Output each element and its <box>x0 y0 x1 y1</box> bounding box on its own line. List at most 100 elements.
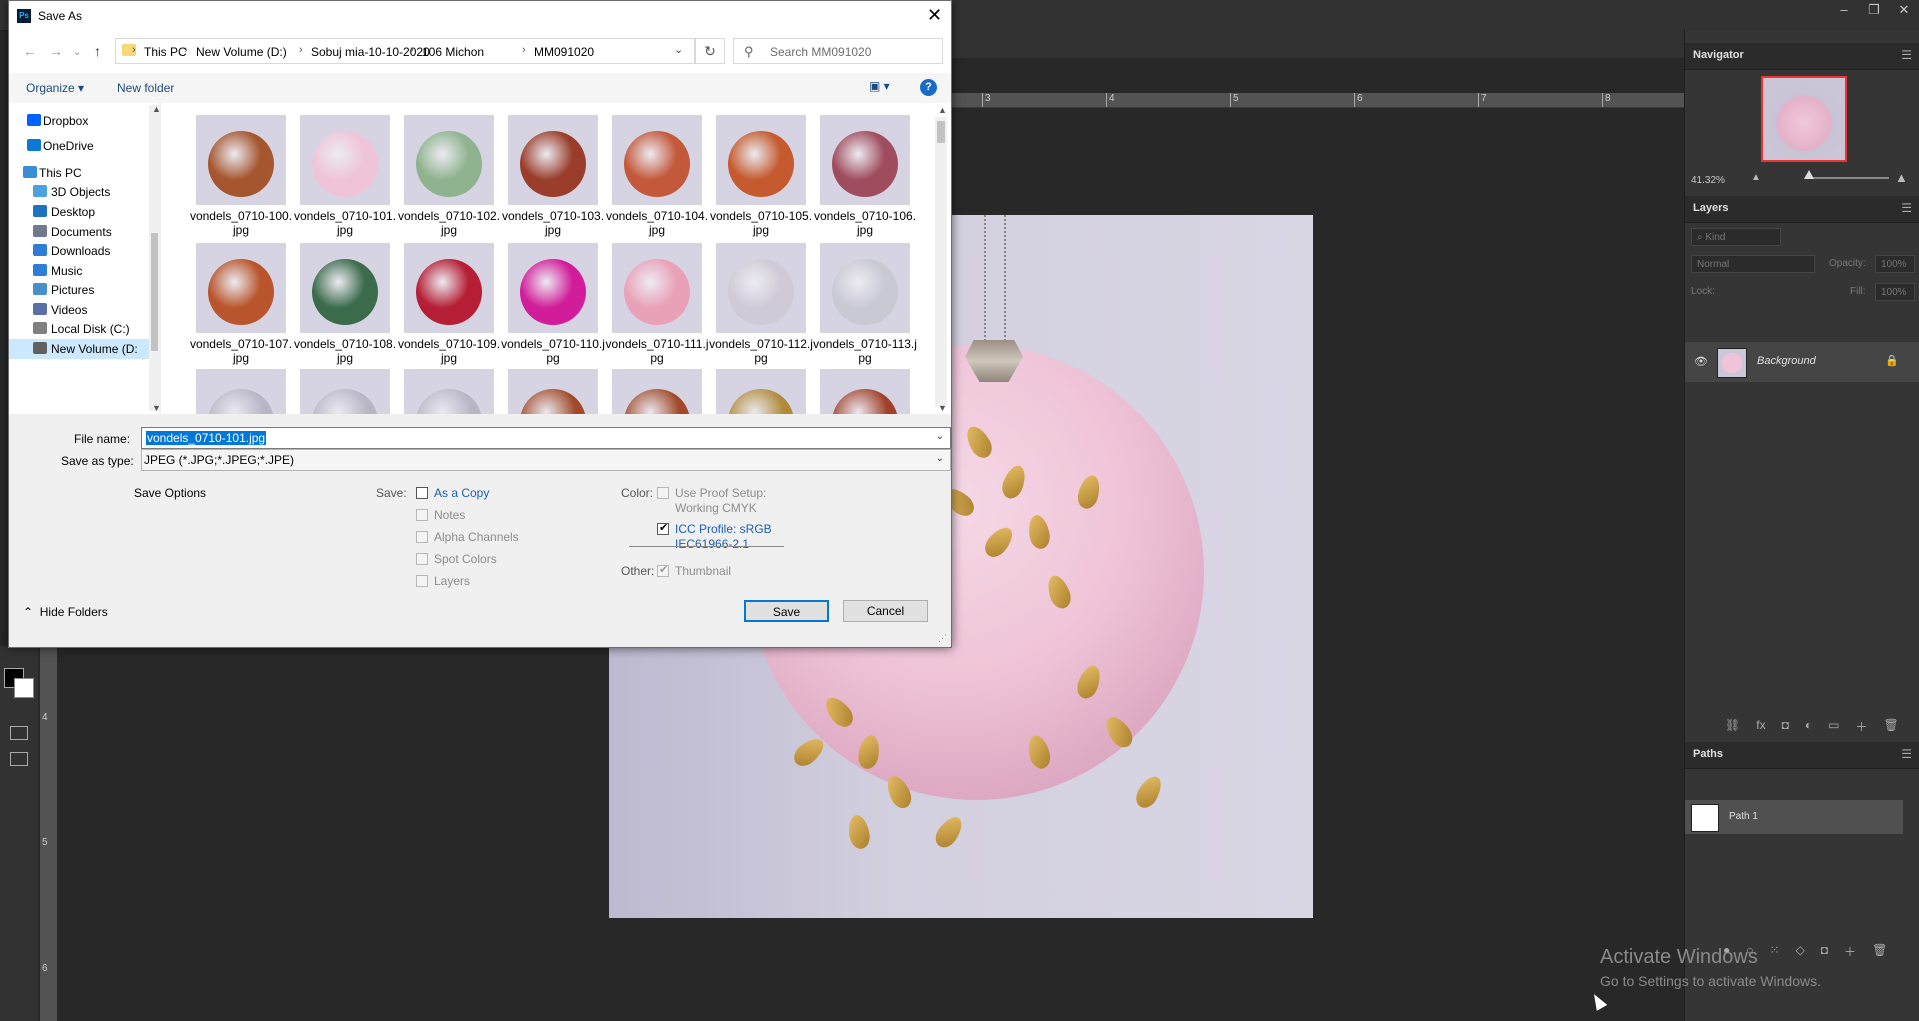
thumbnail-checkbox[interactable]: ✔ <box>657 564 669 577</box>
breadcrumb-separator-icon[interactable]: › <box>522 44 526 56</box>
background-color-swatch[interactable] <box>14 678 34 698</box>
file-item[interactable]: vondels_0710-103.jpg <box>501 109 605 237</box>
scroll-up-icon[interactable]: ▲ <box>152 104 161 114</box>
checkbox-spot-colors[interactable] <box>416 553 428 565</box>
hide-folders-button[interactable]: ⌃ Hide Folders <box>23 605 108 619</box>
restore-icon[interactable]: ❐ <box>1859 0 1889 20</box>
layer-row-background[interactable]: 👁 Background 🔒 <box>1685 342 1919 382</box>
nav-item-pictures[interactable]: Pictures <box>9 280 149 300</box>
file-item[interactable]: vondels_0710-100.jpg <box>189 109 293 237</box>
quick-mask-icon[interactable] <box>10 726 28 740</box>
zoom-level[interactable]: 41.32% <box>1691 175 1725 186</box>
nav-scrollbar-thumb[interactable] <box>151 233 158 351</box>
blend-mode-select[interactable]: Normal <box>1691 255 1815 273</box>
files-scrollbar-thumb[interactable] <box>937 121 945 143</box>
nav-item-videos[interactable]: Videos <box>9 300 149 320</box>
back-arrow-icon[interactable]: ← <box>23 43 37 59</box>
file-item[interactable]: vondels_0710-110.jpg <box>501 237 605 365</box>
save-as-type-select[interactable]: JPEG (*.JPG;*.JPEG;*.JPE) ⌄ <box>141 449 951 471</box>
breadcrumb-item[interactable]: 106 Michon <box>422 45 484 59</box>
file-thumbnail[interactable] <box>820 369 910 414</box>
mask-icon[interactable]: ◘ <box>1782 718 1789 735</box>
file-name-input[interactable]: vondels_0710-101.jpg ⌄ <box>141 427 951 449</box>
file-thumbnail[interactable] <box>404 369 494 414</box>
load-selection-icon[interactable]: ⁙ <box>1770 943 1780 960</box>
zoom-in-icon[interactable]: ▲ <box>1895 170 1908 185</box>
panel-menu-icon[interactable]: ☰ <box>1901 48 1912 62</box>
icc-profile-label[interactable]: ICC Profile: sRGB <box>675 522 772 536</box>
trash-icon[interactable]: 🗑 <box>1883 718 1898 735</box>
file-thumbnail[interactable] <box>508 369 598 414</box>
help-icon[interactable]: ? <box>920 79 937 96</box>
file-thumbnail[interactable] <box>716 369 806 414</box>
checkbox-as-a-copy[interactable] <box>416 487 428 499</box>
file-item[interactable]: vondels_0710-106.jpg <box>813 109 917 237</box>
use-proof-checkbox[interactable] <box>657 487 669 499</box>
fx-icon[interactable]: fx <box>1756 718 1765 735</box>
file-item[interactable]: vondels_0710-102.jpg <box>397 109 501 237</box>
resize-grip-icon[interactable]: ⋰ <box>938 633 947 644</box>
layer-kind-filter[interactable]: ⌕ Kind <box>1691 228 1781 246</box>
cancel-button[interactable]: Cancel <box>843 600 928 622</box>
lock-icon[interactable]: 🔒 <box>1885 354 1899 367</box>
save-button[interactable]: Save <box>744 600 829 622</box>
zoom-slider-handle[interactable] <box>1804 170 1814 179</box>
adjustment-icon[interactable]: ◐ <box>1805 718 1812 735</box>
file-item[interactable]: vondels_0710-112.jpg <box>709 237 813 365</box>
panel-menu-icon[interactable]: ☰ <box>1901 201 1912 215</box>
nav-item-local-disk-c[interactable]: Local Disk (C:) <box>9 319 149 339</box>
nav-item-documents[interactable]: Documents <box>9 222 149 242</box>
new-path-icon[interactable]: ＋ <box>1844 943 1856 960</box>
refresh-button[interactable]: ↻ <box>695 38 725 64</box>
close-icon[interactable]: ✕ <box>1889 0 1919 20</box>
file-item[interactable]: vondels_0710-107.jpg <box>189 237 293 365</box>
checkbox-notes[interactable] <box>416 509 428 521</box>
scroll-down-icon[interactable]: ▼ <box>152 403 161 413</box>
panel-menu-icon[interactable]: ☰ <box>1901 747 1912 761</box>
scroll-up-icon[interactable]: ▲ <box>938 105 947 115</box>
icc-profile-checkbox[interactable]: ✔ <box>657 522 669 535</box>
address-bar[interactable]: › This PC › New Volume (D:) › Sobuj mia-10-10… <box>115 38 695 64</box>
screen-mode-icon[interactable] <box>10 752 28 766</box>
path-name[interactable]: Path 1 <box>1729 811 1758 822</box>
file-item[interactable]: vondels_0710-109.jpg <box>397 237 501 365</box>
breadcrumb-item[interactable]: MM091020 <box>534 45 594 59</box>
forward-arrow-icon[interactable]: → <box>49 43 63 59</box>
organize-button[interactable]: Organize ▾ <box>26 81 84 95</box>
chevron-down-icon[interactable]: ⌄ <box>674 43 683 56</box>
dialog-close-button[interactable]: ✕ <box>927 5 942 26</box>
breadcrumb-separator-icon[interactable]: › <box>299 44 303 56</box>
nav-item-desktop[interactable]: Desktop <box>9 202 149 222</box>
checkbox-layers[interactable] <box>416 575 428 587</box>
zoom-slider[interactable] <box>1809 177 1889 179</box>
chevron-down-icon[interactable]: ⌄ <box>936 453 944 464</box>
search-input[interactable]: ⚲ Search MM091020 <box>733 38 943 64</box>
breadcrumb-item[interactable]: New Volume (D:) <box>196 45 287 59</box>
nav-item-onedrive[interactable]: OneDrive <box>9 136 149 156</box>
file-item[interactable]: vondels_0710-101.jpg <box>293 109 397 237</box>
path-row[interactable]: Path 1 <box>1685 800 1903 834</box>
breadcrumb-separator-icon[interactable]: › <box>184 44 188 56</box>
files-scrollbar[interactable] <box>935 117 947 407</box>
up-arrow-icon[interactable]: ↑ <box>94 43 101 59</box>
nav-item-3d-objects[interactable]: 3D Objects <box>9 182 149 202</box>
file-item[interactable]: vondels_0710-111.jpg <box>605 237 709 365</box>
nav-item-downloads[interactable]: Downloads <box>9 241 149 261</box>
nav-item-dropbox[interactable]: Dropbox <box>9 111 149 131</box>
zoom-out-icon[interactable]: ▲ <box>1751 172 1761 183</box>
visibility-eye-icon[interactable]: 👁 <box>1694 355 1708 368</box>
file-thumbnail[interactable] <box>300 369 390 414</box>
view-options-icon[interactable]: ▣ ▾ <box>869 79 890 93</box>
new-folder-button[interactable]: New folder <box>117 81 174 95</box>
recent-locations-icon[interactable]: ⌄ <box>73 47 81 58</box>
nav-item-this-pc[interactable]: This PC <box>9 163 149 183</box>
file-thumbnail[interactable] <box>196 369 286 414</box>
file-thumbnail[interactable] <box>612 369 702 414</box>
delete-path-icon[interactable]: 🗑 <box>1872 943 1887 960</box>
make-path-icon[interactable]: ◇ <box>1796 943 1805 960</box>
opacity-field[interactable]: 100% <box>1875 255 1915 273</box>
checkbox-alpha-channels[interactable] <box>416 531 428 543</box>
layer-name[interactable]: Background <box>1757 355 1816 367</box>
new-layer-icon[interactable]: ＋ <box>1855 718 1867 735</box>
group-icon[interactable]: ▭ <box>1828 718 1839 735</box>
